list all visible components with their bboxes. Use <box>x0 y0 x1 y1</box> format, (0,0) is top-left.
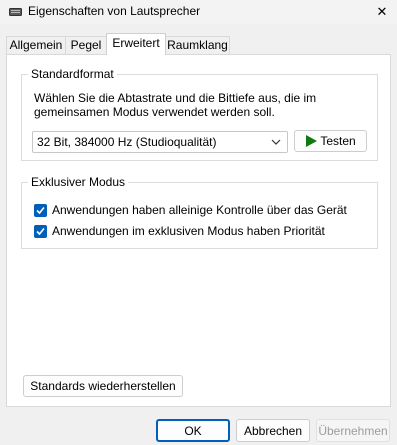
standardformat-group: Standardformat Wählen Sie die Abtastrate… <box>21 67 378 161</box>
chevron-down-icon <box>271 139 281 145</box>
format-select-value: 32 Bit, 384000 Hz (Studioqualität) <box>37 135 217 149</box>
apply-button[interactable]: Übernehmen <box>316 419 390 442</box>
title-bar: Eigenschaften von Lautsprecher ✕ <box>0 0 397 24</box>
cancel-button[interactable]: Abbrechen <box>236 419 310 442</box>
tab-allgemein[interactable]: Allgemein <box>6 36 66 54</box>
speaker-device-icon <box>9 8 22 16</box>
standardformat-description: Wählen Sie die Abtastrate und die Bittie… <box>34 91 317 119</box>
play-icon <box>306 135 318 147</box>
exclusive-priority-option[interactable]: Anwendungen im exklusiven Modus haben Pr… <box>34 223 325 239</box>
exclusive-priority-checkbox[interactable] <box>34 224 47 238</box>
exclusive-mode-legend: Exklusiver Modus <box>28 175 129 189</box>
exclusive-priority-label: Anwendungen im exklusiven Modus haben Pr… <box>52 224 325 238</box>
restore-defaults-button[interactable]: Standards wiederherstellen <box>23 375 183 397</box>
window-title: Eigenschaften von Lautsprecher <box>28 4 201 18</box>
exclusive-mode-group: Exklusiver Modus Anwendungen haben allei… <box>21 175 378 249</box>
exclusive-control-checkbox[interactable] <box>34 203 47 217</box>
test-button[interactable]: Testen <box>294 130 367 152</box>
close-icon: ✕ <box>376 4 388 19</box>
tab-raumklang[interactable]: Raumklang <box>165 36 230 54</box>
exclusive-control-option[interactable]: Anwendungen haben alleinige Kontrolle üb… <box>34 202 347 218</box>
ok-button[interactable]: OK <box>156 419 230 442</box>
format-select[interactable]: 32 Bit, 384000 Hz (Studioqualität) <box>32 131 288 153</box>
test-button-label: Testen <box>320 134 356 148</box>
standardformat-legend: Standardformat <box>28 67 117 81</box>
checkmark-icon <box>36 206 45 214</box>
checkmark-icon <box>36 227 45 235</box>
close-button[interactable]: ✕ <box>367 0 397 24</box>
exclusive-control-label: Anwendungen haben alleinige Kontrolle üb… <box>52 203 347 217</box>
tab-panel-erweitert: Standardformat Wählen Sie die Abtastrate… <box>6 54 391 407</box>
tab-erweitert[interactable]: Erweitert <box>106 33 166 55</box>
tab-pegel[interactable]: Pegel <box>65 36 107 54</box>
